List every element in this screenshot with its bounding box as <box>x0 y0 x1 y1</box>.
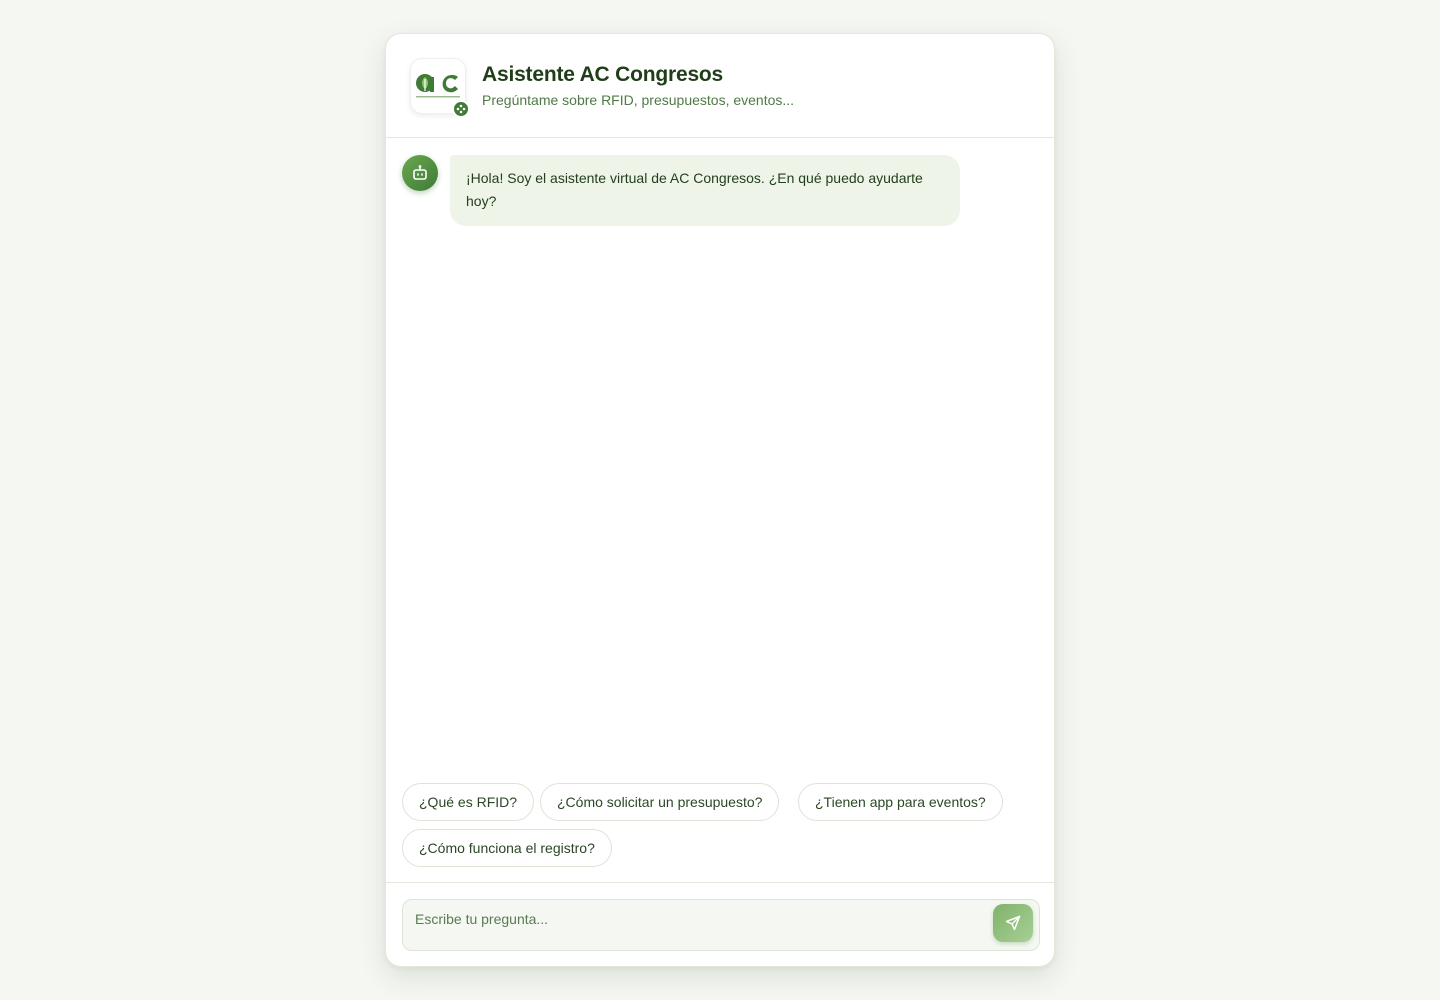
send-button[interactable] <box>993 904 1033 942</box>
suggestion-chip-presupuesto[interactable]: ¿Cómo solicitar un presupuesto? <box>540 783 780 821</box>
question-input[interactable] <box>415 900 975 938</box>
message-composer <box>386 882 1054 966</box>
robot-icon <box>402 155 438 191</box>
assistant-title: Asistente AC Congresos <box>482 63 724 86</box>
send-icon <box>1005 915 1021 931</box>
sparkle-icon <box>452 100 470 118</box>
bot-message: ¡Hola! Soy el asistente virtual de AC Co… <box>450 155 960 226</box>
message-list: ¡Hola! Soy el asistente virtual de AC Co… <box>386 139 1054 779</box>
suggestion-chip-app[interactable]: ¿Tienen app para eventos? <box>798 783 1003 821</box>
chat-widget: Asistente AC Congresos Pregúntame sobre … <box>385 33 1055 967</box>
assistant-subtitle: Pregúntame sobre RFID, presupuestos, eve… <box>482 92 795 108</box>
suggestion-chip-registro[interactable]: ¿Cómo funciona el registro? <box>402 829 612 867</box>
brand-logo <box>410 58 470 118</box>
question-input-wrapper <box>402 899 1040 951</box>
suggestion-chip-rfid[interactable]: ¿Qué es RFID? <box>402 783 535 821</box>
chat-header: Asistente AC Congresos Pregúntame sobre … <box>386 34 1054 138</box>
